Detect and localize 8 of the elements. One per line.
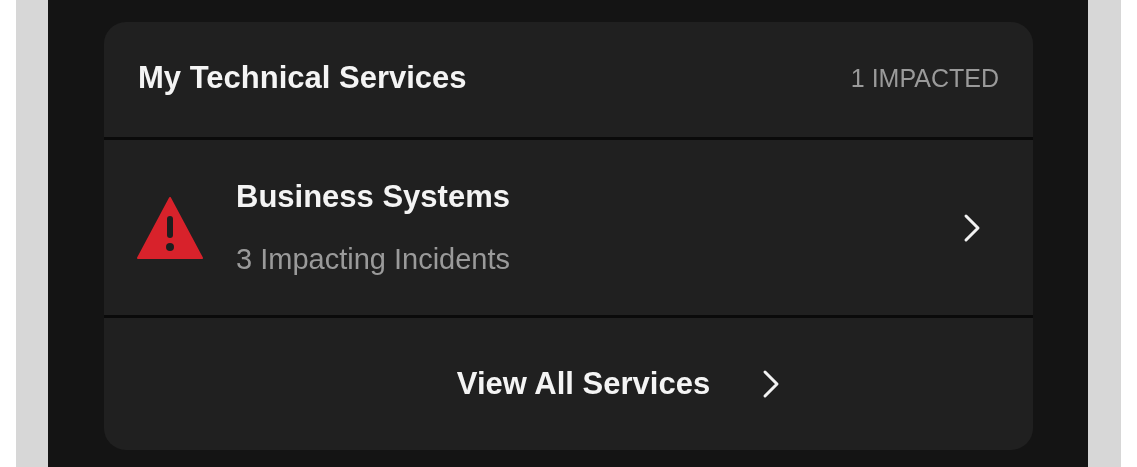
view-all-services-link[interactable]: View All Services <box>356 360 781 408</box>
service-subtitle: 3 Impacting Incidents <box>236 242 512 277</box>
impacted-count: 1 IMPACTED <box>850 62 999 94</box>
chevron-right-icon <box>963 212 981 243</box>
service-row[interactable]: Business Systems 3 Impacting Incidents <box>104 140 1033 315</box>
service-name: Business Systems <box>236 177 511 216</box>
chevron-right-icon <box>762 369 781 399</box>
card-title: My Technical Services <box>138 59 467 98</box>
